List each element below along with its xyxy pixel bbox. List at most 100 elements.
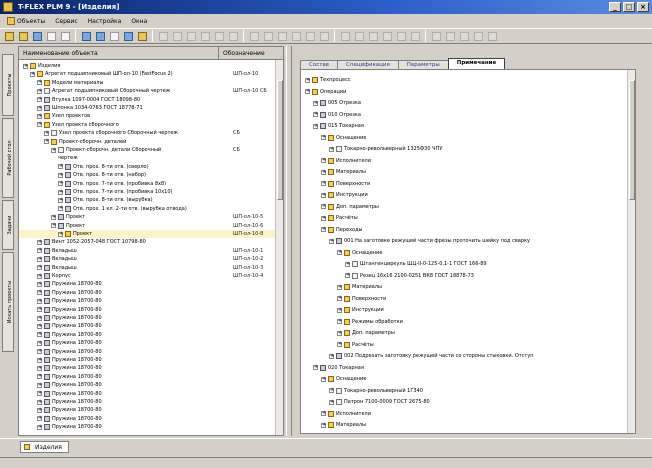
tree-row[interactable]: + Пружина 18700-80 — [19, 390, 275, 398]
expand-toggle-icon[interactable]: + — [37, 323, 42, 329]
bottom-tab-products[interactable]: Изделия — [20, 441, 69, 453]
redo-icon[interactable] — [171, 30, 183, 42]
expand-toggle-icon[interactable]: + — [37, 349, 42, 355]
process-tree-row[interactable]: + Поверхности — [337, 295, 386, 303]
process-tree-row[interactable]: +015 Токарная — [313, 122, 364, 130]
expand-toggle-icon[interactable]: + — [321, 411, 326, 416]
open-folder-icon[interactable] — [3, 30, 15, 42]
tree-row[interactable]: + Проект ШП-ол-10-8 — [19, 230, 275, 238]
process-tree-row[interactable]: + Операции — [305, 88, 346, 96]
folder-icon[interactable] — [17, 30, 29, 42]
delete-icon[interactable] — [213, 30, 225, 42]
document-icon[interactable] — [45, 30, 57, 42]
tree-row[interactable]: + Проект ШП-ол-10-5 — [19, 213, 275, 221]
expand-toggle-icon[interactable]: + — [51, 147, 56, 153]
expand-toggle-icon[interactable]: + — [37, 97, 42, 103]
process-tree-row[interactable]: + Токарно-револьверный 1325Ф30 ЧПУ — [329, 145, 442, 153]
expand-toggle-icon[interactable]: + — [329, 399, 334, 405]
tree-row[interactable]: + Винт 1052-2057-048 ГОСТ 10798-80 — [19, 238, 275, 246]
tree-row[interactable]: + Проект-сборочн. детали Сборочный СБ — [19, 146, 275, 154]
process-tree-row[interactable]: + Исполнители — [321, 157, 371, 165]
mail-icon[interactable] — [472, 30, 484, 42]
tree-row[interactable]: + Корпус ШП-ол-10-4 — [19, 272, 275, 280]
expand-toggle-icon[interactable]: + — [37, 80, 42, 86]
expand-toggle-icon[interactable]: + — [337, 342, 342, 347]
expand-toggle-icon[interactable]: + — [329, 353, 334, 359]
tree-row[interactable]: + Пружина 18700-80 — [19, 297, 275, 305]
expand-toggle-icon[interactable]: + — [321, 181, 326, 186]
lock-icon[interactable] — [409, 30, 421, 42]
expand-toggle-icon[interactable]: + — [321, 422, 326, 428]
menu-settings[interactable]: Настройка — [85, 18, 125, 25]
expand-toggle-icon[interactable]: + — [313, 112, 318, 117]
expand-toggle-icon[interactable]: + — [58, 231, 63, 237]
link-icon[interactable] — [94, 30, 106, 42]
expand-toggle-icon[interactable]: + — [58, 172, 63, 178]
tree-row[interactable]: + Втулка 1097-0004 ГОСТ 18098-80 — [19, 96, 275, 104]
expand-toggle-icon[interactable]: + — [37, 290, 42, 296]
tree-row[interactable]: + Отв. прох. 1 кл. 2-ти отв. (вырубка отв… — [19, 205, 275, 213]
export-icon[interactable] — [304, 30, 316, 42]
tree-row[interactable]: + Агрегат подшипниковый ШП-ол-10 (FastFoc… — [19, 70, 275, 78]
tree-row[interactable]: + Пружина 18700-80 — [19, 306, 275, 314]
expand-toggle-icon[interactable]: + — [329, 238, 334, 244]
expand-icon[interactable] — [367, 30, 379, 42]
process-tree-row[interactable]: + Доп. параметры — [337, 329, 395, 337]
process-tree-row[interactable]: + Техпроцесс — [305, 76, 351, 84]
menu-windows[interactable]: Окна — [128, 18, 150, 25]
expand-toggle-icon[interactable]: + — [37, 315, 42, 321]
expand-toggle-icon[interactable]: + — [37, 365, 42, 371]
expand-toggle-icon[interactable]: + — [321, 376, 326, 382]
expand-toggle-icon[interactable]: + — [37, 122, 42, 128]
expand-toggle-icon[interactable]: + — [58, 189, 63, 195]
grid-icon[interactable] — [108, 30, 120, 42]
expand-toggle-icon[interactable]: + — [337, 296, 342, 301]
expand-toggle-icon[interactable]: + — [37, 105, 42, 111]
expand-toggle-icon[interactable]: + — [51, 223, 56, 229]
tree-row[interactable]: + Пружина 18700-80 — [19, 280, 275, 288]
expand-toggle-icon[interactable]: + — [313, 123, 318, 129]
expand-toggle-icon[interactable]: + — [337, 284, 342, 290]
process-tree-row[interactable]: + Оснащение — [337, 249, 382, 257]
process-tree-row[interactable]: + Токарно-револьверный 1Г340 — [329, 387, 423, 395]
expand-toggle-icon[interactable]: + — [23, 63, 28, 69]
expand-toggle-icon[interactable]: + — [30, 71, 35, 77]
panel-splitter[interactable] — [286, 46, 292, 436]
user-icon[interactable] — [430, 30, 442, 42]
tree-row[interactable]: + Отв. прох. 8-ти отв. (вырубка) — [19, 196, 275, 204]
process-tree-row[interactable]: + Инструкции — [321, 191, 368, 199]
expand-toggle-icon[interactable]: + — [321, 135, 326, 140]
expand-toggle-icon[interactable]: + — [44, 139, 49, 145]
process-tree-row[interactable]: +001 Нa заготовке режущей части фрезы пр… — [329, 237, 530, 245]
tree-row[interactable]: + Отв. прох. 8-ти отв. (набор) — [19, 171, 275, 179]
expand-toggle-icon[interactable]: + — [313, 365, 318, 370]
tree-row[interactable]: + Пружина 18700-80 — [19, 423, 275, 431]
tree-row[interactable]: + Пружина 18700-80 — [19, 356, 275, 364]
left-scroll-thumb[interactable] — [277, 80, 283, 200]
side-tab-projects[interactable]: Проекты — [2, 54, 14, 116]
paste-icon[interactable] — [199, 30, 211, 42]
tree-row[interactable]: + Пружина 18700-80 — [19, 322, 275, 330]
properties-icon[interactable] — [80, 30, 92, 42]
tree-row[interactable]: + Пружина 18700-80 — [19, 373, 275, 381]
collapse-icon[interactable] — [381, 30, 393, 42]
expand-toggle-icon[interactable]: + — [37, 248, 42, 254]
expand-toggle-icon[interactable]: + — [337, 330, 342, 336]
tree-row[interactable]: + Узел проектов — [19, 112, 275, 120]
undo-icon[interactable] — [157, 30, 169, 42]
tree-row[interactable]: + Отв. прох. 7-ти отв. (пробивка 10х10) — [19, 188, 275, 196]
expand-toggle-icon[interactable]: + — [37, 399, 42, 405]
tree-row[interactable]: + Пружина 18700-80 — [19, 331, 275, 339]
column-name[interactable]: Наименование объекта — [19, 47, 219, 59]
tree-row[interactable]: + Пружина 18700-80 — [19, 406, 275, 414]
expand-toggle-icon[interactable]: + — [58, 197, 63, 203]
expand-toggle-icon[interactable]: + — [345, 273, 350, 278]
process-tree-row[interactable]: +002 Подрезать заготовку режущей части с… — [329, 352, 534, 360]
side-tab-search-projects[interactable]: Искать проекты — [2, 252, 14, 352]
tree-row[interactable]: + Проект ШП-ол-10-6 — [19, 222, 275, 230]
expand-toggle-icon[interactable]: + — [313, 100, 318, 106]
tree-row[interactable]: + Модели материалы — [19, 79, 275, 87]
tree-row[interactable]: + Вкладыш ШП-ол-10-1 — [19, 247, 275, 255]
process-tree-row[interactable]: + Исполнители — [321, 410, 371, 418]
expand-toggle-icon[interactable]: + — [51, 214, 56, 220]
